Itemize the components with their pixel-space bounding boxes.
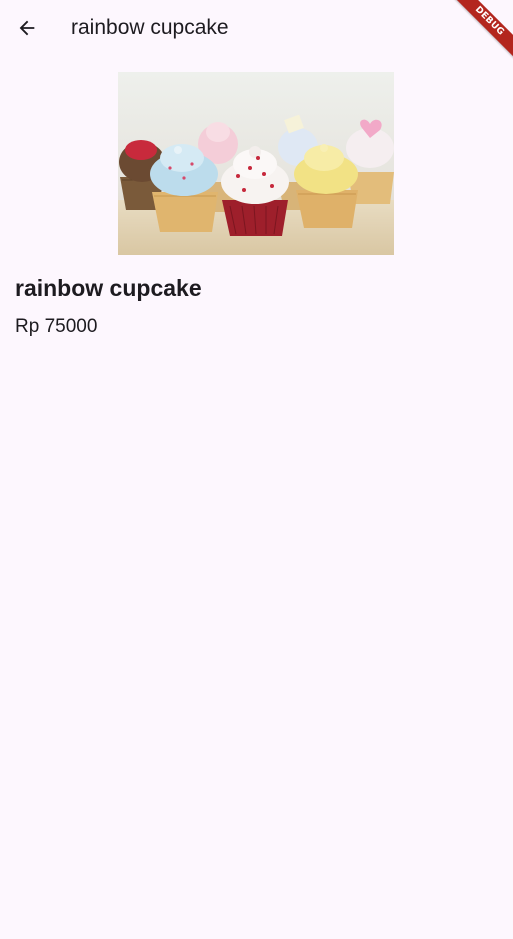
back-button[interactable] [7,8,47,48]
product-price: Rp 75000 [15,316,98,337]
product-name: rainbow cupcake [15,275,202,301]
arrow-back-icon [19,20,35,36]
app-bar-title: rainbow cupcake [71,16,229,39]
product-image [118,72,394,255]
app-bar: rainbow cupcake [0,0,513,56]
